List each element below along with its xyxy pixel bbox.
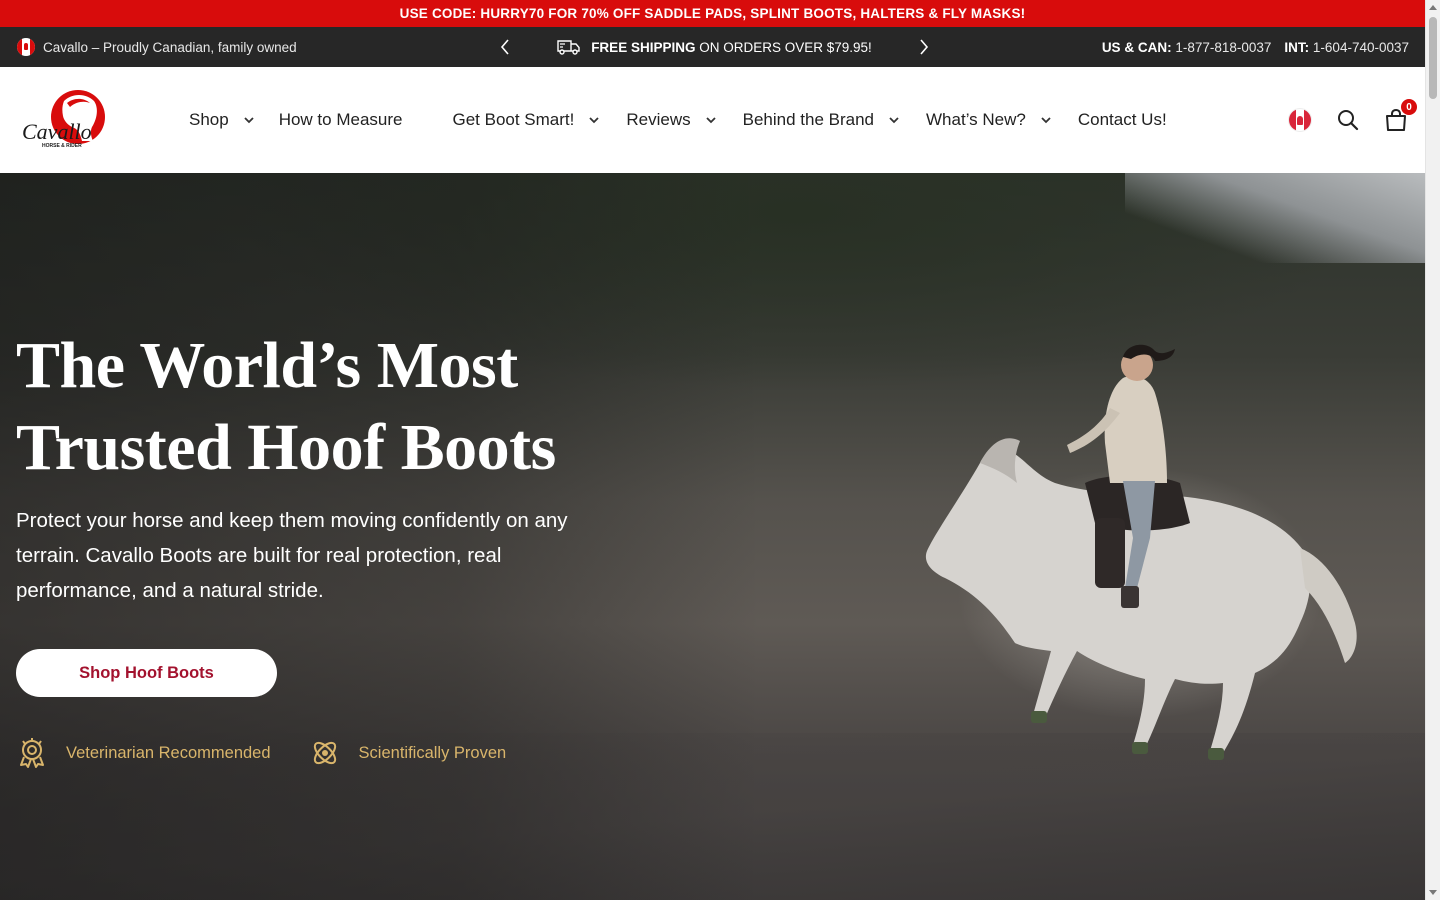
- nav-how-to-measure[interactable]: How to Measure: [279, 110, 403, 130]
- int-phone[interactable]: INT: 1-604-740-0037: [1284, 40, 1409, 55]
- chevron-down-icon: [1040, 114, 1052, 126]
- chevron-down-icon: [888, 114, 900, 126]
- nav-shop[interactable]: Shop: [189, 110, 255, 130]
- horse-rider-image: [925, 344, 1357, 760]
- shipping-rest: ON ORDERS OVER $79.95!: [699, 39, 872, 55]
- header-actions: 0: [1288, 67, 1417, 173]
- phone-numbers: US & CAN: 1-877-818-0037 INT: 1-604-740-…: [1102, 27, 1409, 67]
- cart-button[interactable]: 0: [1384, 99, 1417, 132]
- scroll-up-arrow-icon[interactable]: [1429, 5, 1437, 10]
- chevron-down-icon: [705, 114, 717, 126]
- promo-text: USE CODE: HURRY70 FOR 70% OFF SADDLE PAD…: [399, 6, 1026, 21]
- shop-hoof-boots-button[interactable]: Shop Hoof Boots: [16, 649, 277, 697]
- page-scrollbar[interactable]: [1425, 0, 1440, 900]
- main-nav: Shop How to Measure Get Boot Smart! Revi…: [189, 67, 1167, 173]
- chevron-down-icon: [243, 114, 255, 126]
- country-selector-flag-icon[interactable]: [1288, 108, 1312, 132]
- search-button[interactable]: [1336, 108, 1360, 132]
- scrollbar-thumb[interactable]: [1429, 17, 1437, 99]
- tagline-text: Cavallo – Proudly Canadian, family owned: [43, 39, 297, 55]
- nav-reviews[interactable]: Reviews: [626, 110, 716, 130]
- canada-flag-icon: [17, 38, 35, 56]
- logo-wordmark: Cavallo: [22, 119, 92, 144]
- chevron-left-icon: [500, 39, 509, 55]
- announcement-carousel: FREE SHIPPING ON ORDERS OVER $79.95!: [497, 27, 932, 67]
- tagline: Cavallo – Proudly Canadian, family owned: [17, 27, 297, 67]
- atom-icon: [313, 741, 336, 765]
- nav-contact-us[interactable]: Contact Us!: [1078, 110, 1167, 130]
- badge-veterinarian-recommended: Veterinarian Recommended: [16, 737, 271, 769]
- chevron-right-icon: [920, 39, 929, 55]
- nav-behind-the-brand[interactable]: Behind the Brand: [743, 110, 900, 130]
- carousel-next-button[interactable]: [916, 27, 932, 67]
- hero-title: The World’s Most Trusted Hoof Boots: [16, 329, 556, 484]
- nav-get-boot-smart[interactable]: Get Boot Smart!: [452, 110, 600, 130]
- shipping-bold: FREE SHIPPING: [591, 39, 696, 55]
- cart-count-badge: 0: [1401, 99, 1417, 115]
- shipping-message: FREE SHIPPING ON ORDERS OVER $79.95!: [513, 39, 916, 55]
- chevron-down-icon: [588, 114, 600, 126]
- us-phone[interactable]: US & CAN: 1-877-818-0037: [1102, 40, 1272, 55]
- top-bar: Cavallo – Proudly Canadian, family owned…: [0, 27, 1425, 67]
- carousel-prev-button[interactable]: [497, 27, 513, 67]
- search-icon: [1338, 110, 1359, 131]
- hero-subtitle: Protect your horse and keep them moving …: [16, 509, 568, 602]
- cavallo-logo[interactable]: Cavallo HORSE & RIDER: [20, 89, 112, 149]
- trust-badges: Veterinarian Recommended Scientifically …: [16, 736, 506, 770]
- nav-whats-new[interactable]: What’s New?: [926, 110, 1052, 130]
- badge-scientifically-proven: Scientifically Proven: [309, 737, 506, 769]
- scroll-down-arrow-icon[interactable]: [1429, 890, 1437, 895]
- logo-subtext: HORSE & RIDER: [42, 143, 82, 149]
- site-header: Cavallo HORSE & RIDER Shop How to Measur…: [0, 67, 1425, 173]
- vet-badge-icon: [20, 738, 44, 768]
- horse-head-logo-icon: Cavallo HORSE & RIDER: [22, 90, 105, 149]
- hero-section: The World’s Most Trusted Hoof Boots Prot…: [0, 173, 1425, 900]
- truck-icon: [557, 40, 580, 55]
- promo-banner: USE CODE: HURRY70 FOR 70% OFF SADDLE PAD…: [0, 0, 1425, 27]
